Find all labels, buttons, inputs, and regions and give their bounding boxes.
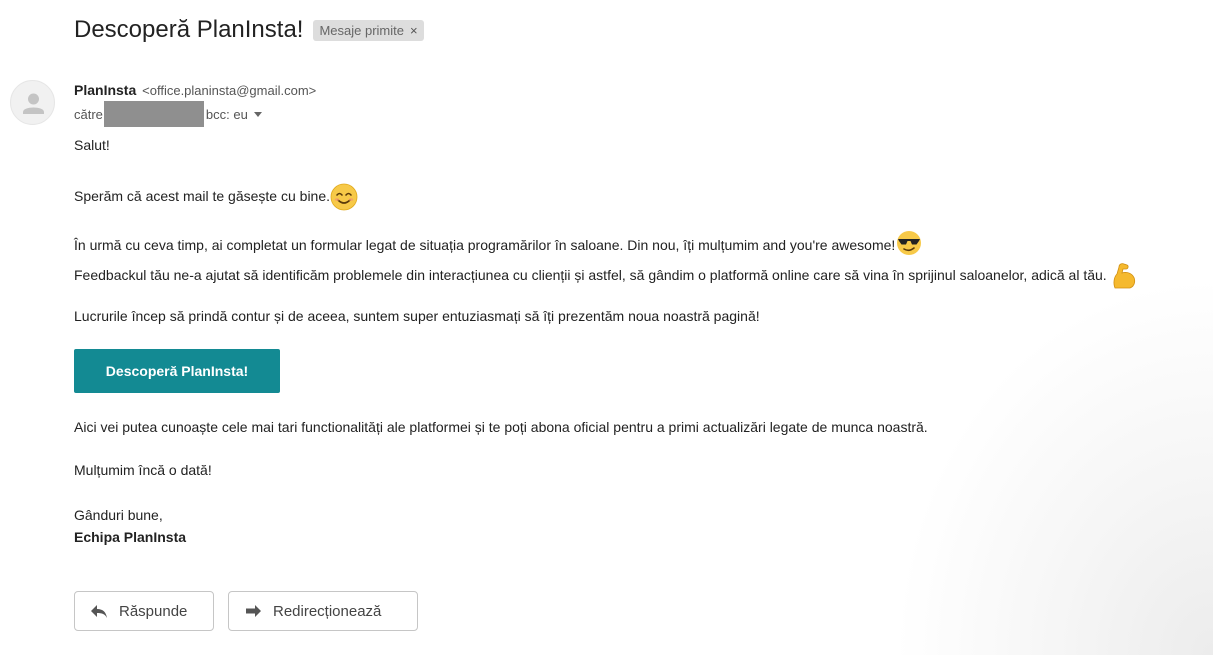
subject-row: Descoperă PlanInsta! Mesaje primite × xyxy=(74,16,424,44)
label-chip[interactable]: Mesaje primite × xyxy=(313,19,424,41)
reply-button[interactable]: Răspunde xyxy=(74,591,214,631)
to-prefix: către xyxy=(74,106,103,122)
smiling-face-icon xyxy=(330,183,358,214)
body-line-5: Aici vei putea cunoaște cele mai tari fu… xyxy=(74,419,928,435)
body-line-1-text: Sperăm că acest mail te găsește cu bine. xyxy=(74,188,331,205)
chevron-down-icon[interactable] xyxy=(253,111,262,117)
sender-name[interactable]: PlanInsta xyxy=(74,82,136,98)
body-line-2: În urmă cu ceva timp, ai completat un fo… xyxy=(74,230,923,261)
greeting: Salut! xyxy=(74,137,110,153)
signoff: Gânduri bune, xyxy=(74,507,163,523)
flexed-biceps-icon xyxy=(1111,261,1137,294)
signature: Echipa PlanInsta xyxy=(74,529,187,545)
reply-label: Răspunde xyxy=(119,602,188,620)
sender-email: <office.planinsta@gmail.com> xyxy=(142,83,317,98)
discover-planinsta-button[interactable]: Descoperă PlanInsta! xyxy=(74,349,280,393)
forward-label: Redirecționează xyxy=(273,602,382,620)
sender-line: PlanInsta <office.planinsta@gmail.com> xyxy=(74,82,316,98)
redacted-recipient xyxy=(103,101,204,127)
forward-arrow-icon xyxy=(246,605,261,617)
reply-arrow-icon xyxy=(91,605,107,618)
label-chip-text: Mesaje primite xyxy=(319,22,404,38)
email-subject: Descoperă PlanInsta! xyxy=(74,16,304,43)
body-line-2-text: În urmă cu ceva timp, ai completat un fo… xyxy=(74,237,896,254)
body-line-6: Mulțumim încă o dată! xyxy=(74,462,212,478)
forward-button[interactable]: Redirecționează xyxy=(228,591,418,631)
label-remove-icon[interactable]: × xyxy=(410,23,418,38)
sender-avatar[interactable] xyxy=(10,80,55,125)
body-line-3: Feedbackul tău ne-a ajutat să identifică… xyxy=(74,260,1137,293)
sunglasses-face-icon xyxy=(895,230,923,259)
body-line-4: Lucrurile încep să prindă contur și de a… xyxy=(74,308,760,324)
body-line-1: Sperăm că acest mail te găsește cu bine. xyxy=(74,182,358,213)
recipients-line: către bcc: eu xyxy=(74,101,262,127)
background-shade xyxy=(893,275,1213,655)
person-icon xyxy=(23,93,44,114)
bcc-text: bcc: eu xyxy=(205,106,248,122)
body-line-3-text: Feedbackul tău ne-a ajutat să identifică… xyxy=(74,267,1107,284)
